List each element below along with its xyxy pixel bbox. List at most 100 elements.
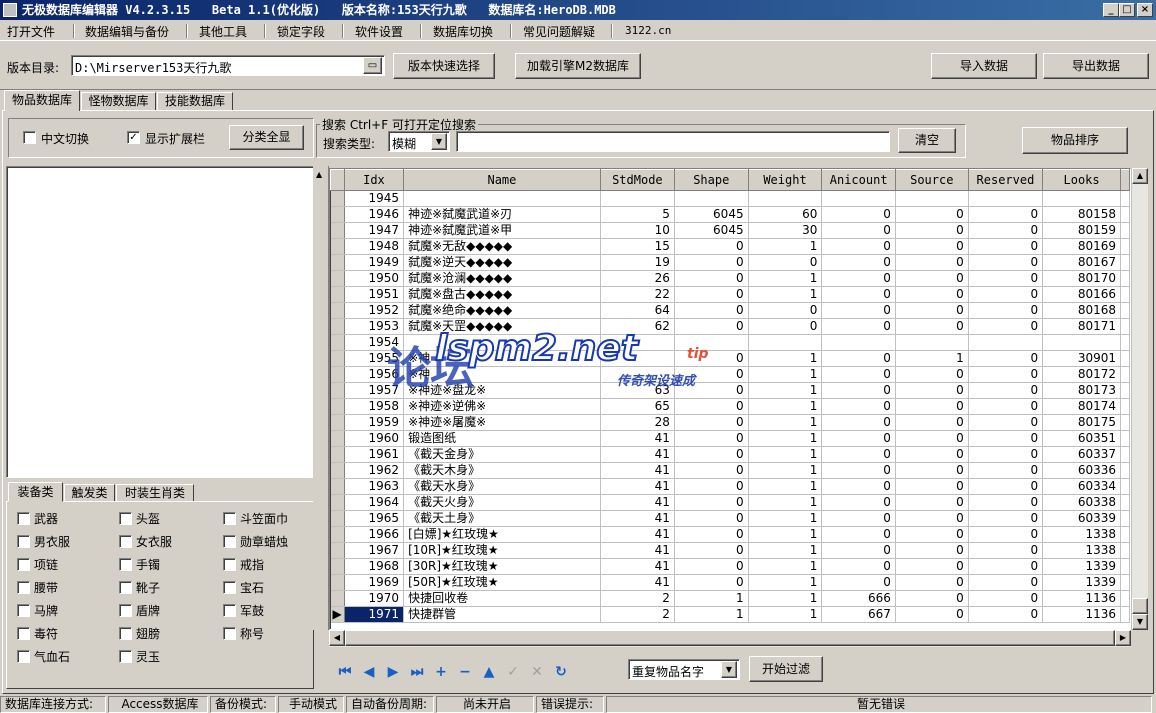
grid-cell-weight[interactable]: 1	[748, 510, 823, 527]
grid-cell-anicount[interactable]: 0	[821, 478, 896, 495]
grid-cell-looks[interactable]: 80168	[1042, 302, 1121, 319]
grid-cell-name[interactable]: 神迹※弑魔武道※刃	[403, 206, 601, 223]
grid-cell-stdmode[interactable]: 2	[600, 606, 675, 623]
grid-cell-weight[interactable]: 1	[748, 574, 823, 591]
grid-cell-source[interactable]: 0	[895, 366, 969, 383]
grid-cell-looks[interactable]: 80167	[1042, 254, 1121, 271]
grid-cell-anicount[interactable]: 0	[821, 270, 896, 287]
scroll-down-icon[interactable]: ▼	[1132, 614, 1148, 630]
grid-cell-anicount[interactable]: 0	[821, 254, 896, 271]
menu-settings[interactable]: 软件设置	[355, 23, 403, 40]
table-row[interactable]: 1968 [30R]★红玫瑰★ 41 0 1 0 0 0 1339	[330, 558, 1130, 575]
grid-cell-idx[interactable]: 1970	[344, 590, 405, 607]
grid-cell-shape[interactable]: 0	[674, 366, 749, 383]
grid-cell-source[interactable]: 0	[895, 318, 969, 335]
grid-cell-shape[interactable]: 0	[674, 478, 749, 495]
grid-cell-idx[interactable]: 1965	[344, 510, 405, 527]
grid-cell-name[interactable]: 锻造图纸	[403, 430, 601, 447]
grid-cell-name[interactable]	[403, 334, 601, 351]
grid-cell-name[interactable]: ※神迹※逆佛※	[403, 398, 601, 415]
row-indicator[interactable]	[330, 190, 345, 207]
table-row[interactable]: 1946 神迹※弑魔武道※刃 5 6045 60 0 0 0 80158	[330, 206, 1130, 223]
grid-cell-weight[interactable]: 1	[748, 462, 823, 479]
category-checkbox[interactable]	[17, 535, 30, 548]
grid-cell-anicount[interactable]: 0	[821, 414, 896, 431]
grid-cell-stdmode[interactable]: 2	[600, 590, 675, 607]
grid-cell-idx[interactable]: 1959	[344, 414, 405, 431]
category-checkbox[interactable]	[223, 535, 236, 548]
grid-cell-idx[interactable]: 1969	[344, 574, 405, 591]
last-record-icon[interactable]: ⏭	[409, 664, 425, 680]
grid-cell-idx[interactable]: 1946	[344, 206, 405, 223]
grid-cell-reserved[interactable]: 0	[968, 270, 1044, 287]
minimize-button[interactable]: _	[1103, 3, 1119, 17]
category-checkbox[interactable]	[223, 581, 236, 594]
scroll-right-icon[interactable]: ▶	[1115, 630, 1131, 646]
grid-cell-anicount[interactable]: 0	[821, 366, 896, 383]
grid-cell-looks[interactable]: 80174	[1042, 398, 1121, 415]
grid-cell-source[interactable]: 0	[895, 510, 969, 527]
grid-cell-weight[interactable]: 1	[748, 542, 823, 559]
grid-cell-weight[interactable]: 1	[748, 270, 823, 287]
grid-cell-shape[interactable]: 0	[674, 382, 749, 399]
table-row[interactable]: 1952 弑魔※绝命◆◆◆◆◆ 64 0 0 0 0 0 80168	[330, 302, 1130, 319]
tab-monsters[interactable]: 怪物数据库	[81, 92, 156, 111]
grid-cell-stdmode[interactable]: 28	[600, 414, 675, 431]
grid-cell-anicount[interactable]: 0	[821, 446, 896, 463]
grid-cell-name[interactable]: 弑魔※绝命◆◆◆◆◆	[403, 302, 601, 319]
grid-cell-source[interactable]: 0	[895, 574, 969, 591]
grid-header-shape[interactable]: Shape	[673, 169, 749, 191]
grid-cell-shape[interactable]: 0	[674, 398, 749, 415]
category-checkbox[interactable]	[119, 581, 132, 594]
grid-cell-stdmode[interactable]	[600, 350, 675, 367]
category-checkbox[interactable]	[119, 535, 132, 548]
export-data-button[interactable]: 导出数据	[1043, 53, 1149, 79]
category-checkbox[interactable]	[17, 650, 30, 663]
grid-cell-looks[interactable]: 1339	[1042, 574, 1121, 591]
grid-cell-reserved[interactable]: 0	[968, 494, 1044, 511]
grid-cell-name[interactable]: 《截天火身》	[403, 494, 601, 511]
clear-button[interactable]: 清空	[898, 128, 956, 153]
grid-cell-shape[interactable]: 1	[674, 590, 749, 607]
grid-header-anicount[interactable]: Anicount	[821, 169, 896, 191]
refresh-icon[interactable]: ↻	[553, 664, 569, 680]
grid-cell-shape[interactable]: 0	[674, 414, 749, 431]
table-row[interactable]: 1964 《截天火身》 41 0 1 0 0 0 60338	[330, 494, 1130, 511]
grid-cell-source[interactable]: 0	[895, 222, 969, 239]
scroll-up-icon[interactable]: ▲	[1132, 168, 1148, 184]
grid-cell-reserved[interactable]: 0	[968, 574, 1044, 591]
grid-cell-source[interactable]: 0	[895, 206, 969, 223]
grid-cell-source[interactable]: 0	[895, 382, 969, 399]
grid-cell-idx[interactable]: 1951	[344, 286, 405, 303]
grid-cell-stdmode[interactable]: 19	[600, 254, 675, 271]
grid-cell-stdmode[interactable]	[600, 190, 675, 207]
grid-cell-name[interactable]: [50R]★红玫瑰★	[403, 574, 601, 591]
table-row[interactable]: 1949 弑魔※逆天◆◆◆◆◆ 19 0 0 0 0 0 80167	[330, 254, 1130, 271]
grid-cell-name[interactable]: ※神迹※屠魔※	[403, 414, 601, 431]
table-row[interactable]: 1966 [白嫖]★红玫瑰★ 41 0 1 0 0 0 1338	[330, 526, 1130, 543]
row-indicator[interactable]	[330, 462, 345, 479]
table-row[interactable]: 1956 ※神 0 1 0 0 0 80172	[330, 366, 1130, 383]
table-row[interactable]: 1967 [10R]★红玫瑰★ 41 0 1 0 0 0 1338	[330, 542, 1130, 559]
grid-cell-looks[interactable]: 60337	[1042, 446, 1121, 463]
tab-items[interactable]: 物品数据库	[4, 90, 80, 111]
grid-cell-weight[interactable]	[748, 190, 823, 207]
grid-cell-name[interactable]: [30R]★红玫瑰★	[403, 558, 601, 575]
menu-other-tools[interactable]: 其他工具	[199, 23, 247, 40]
grid-cell-shape[interactable]: 0	[674, 318, 749, 335]
category-checkbox[interactable]	[119, 650, 132, 663]
grid-cell-shape[interactable]: 6045	[674, 222, 749, 239]
grid-cell-anicount[interactable]	[821, 190, 896, 207]
grid-cell-idx[interactable]: 1963	[344, 478, 405, 495]
grid-cell-idx[interactable]: 1949	[344, 254, 405, 271]
grid-cell-source[interactable]: 0	[895, 558, 969, 575]
grid-cell-idx[interactable]: 1950	[344, 270, 405, 287]
tab-equipment[interactable]: 装备类	[8, 482, 63, 502]
table-row[interactable]: 1955 ※神 0 1 0 1 0 30901	[330, 350, 1130, 367]
grid-cell-anicount[interactable]: 0	[821, 382, 896, 399]
category-checkbox[interactable]	[223, 512, 236, 525]
category-checkbox[interactable]	[223, 604, 236, 617]
grid-cell-anicount[interactable]: 0	[821, 222, 896, 239]
grid-cell-name[interactable]: 弑魔※无敌◆◆◆◆◆	[403, 238, 601, 255]
grid-cell-anicount[interactable]: 0	[821, 286, 896, 303]
